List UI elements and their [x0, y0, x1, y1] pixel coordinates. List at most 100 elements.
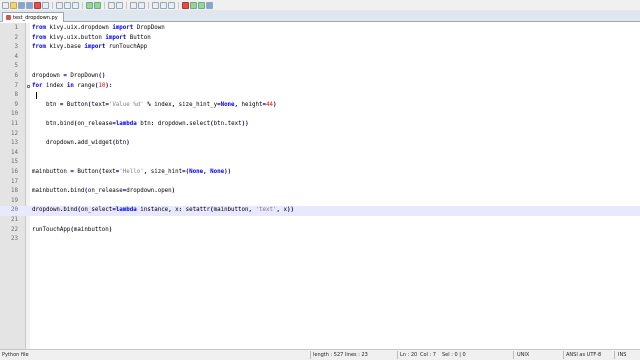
code-line[interactable]: 6 dropdown = DropDown()	[0, 72, 640, 82]
status-file-type: Python file	[2, 352, 29, 358]
text-cursor	[36, 92, 37, 100]
code-line[interactable]: 18 mainbutton.bind(on_release=dropdown.op…	[0, 187, 640, 197]
code-line[interactable]: 3 from kivy.base import runTouchApp	[0, 43, 640, 53]
code-line[interactable]: 20 dropdown.bind(on_select=lambda instanc…	[0, 206, 640, 216]
status-lines: lines : 23	[345, 352, 368, 358]
line-number: 10	[11, 111, 18, 118]
line-number: 13	[11, 140, 18, 147]
code-line[interactable]: 19	[0, 197, 640, 207]
code-line[interactable]: 13 dropdown.add_widget(btn)	[0, 139, 640, 149]
code-line[interactable]: 15	[0, 158, 640, 168]
line-number: 7	[14, 82, 19, 89]
line-number: 20	[11, 207, 18, 214]
code-text: btn.bind(on_release=lambda btn: dropdown…	[32, 121, 249, 127]
toolbar-separator	[126, 1, 127, 9]
wrap-icon[interactable]	[160, 1, 167, 9]
status-divider	[310, 351, 311, 359]
status-divider	[513, 351, 514, 359]
code-text: btn = Button(text='Value %d' % index, si…	[32, 101, 277, 108]
zoom-in-icon[interactable]	[130, 1, 137, 9]
toolbar-separator	[178, 1, 179, 9]
code-line[interactable]: 23	[0, 235, 640, 245]
toolbar-separator	[104, 1, 105, 9]
line-number: 22	[11, 226, 18, 233]
line-number: 6	[14, 73, 19, 79]
code-text: dropdown = DropDown()	[32, 73, 106, 79]
toolbar-separator	[82, 1, 83, 9]
unsaved-file-icon	[6, 15, 11, 20]
save-icon[interactable]	[18, 1, 25, 9]
line-number: 16	[11, 169, 18, 175]
code-line[interactable]: 12	[0, 130, 640, 140]
zoom-out-icon[interactable]	[138, 1, 145, 9]
line-number: 12	[11, 130, 18, 137]
line-number: 5	[14, 63, 19, 70]
code-line[interactable]: 11 btn.bind(on_release=lambda btn: dropd…	[0, 120, 640, 130]
close-icon[interactable]	[34, 1, 41, 9]
new-file-icon[interactable]	[2, 1, 9, 9]
code-editor[interactable]: 1 from kivy.uix.dropdown import DropDown 2…	[0, 23, 640, 349]
macro-play-icon[interactable]	[190, 1, 197, 9]
line-number: 18	[11, 188, 18, 195]
status-col: Col : 7	[420, 352, 436, 358]
replace-icon[interactable]	[116, 1, 123, 9]
macro-record-icon[interactable]	[182, 1, 189, 9]
tab-test-dropdown[interactable]: test_dropdown.py	[2, 12, 64, 22]
line-number: 2	[14, 34, 19, 41]
tab-bar: test_dropdown.py	[0, 10, 640, 22]
code-line[interactable]: 7 for index in range(10):	[0, 82, 640, 92]
toolbar	[0, 0, 640, 10]
code-line[interactable]: 10	[0, 110, 640, 120]
code-line[interactable]: 21	[0, 216, 640, 226]
code-text: runTouchApp(mainbutton)	[32, 226, 113, 233]
code-line[interactable]: 9 btn = Button(text='Value %d' % index, …	[0, 101, 640, 111]
redo-icon[interactable]	[94, 1, 101, 9]
line-number: 9	[14, 101, 19, 108]
status-divider	[614, 351, 615, 359]
status-eol: UNIX	[517, 352, 530, 358]
paste-icon[interactable]	[72, 1, 79, 9]
code-line[interactable]: 1 from kivy.uix.dropdown import DropDown	[0, 24, 640, 34]
cut-icon[interactable]	[56, 1, 63, 9]
code-text: mainbutton = Button(text='Hello', size_h…	[32, 169, 232, 175]
sync-icon[interactable]	[152, 1, 159, 9]
code-line[interactable]: 2 from kivy.uix.button import Button	[0, 34, 640, 44]
find-icon[interactable]	[108, 1, 115, 9]
code-line[interactable]: 5	[0, 62, 640, 72]
line-number: 14	[11, 149, 18, 156]
indent-guide-icon[interactable]	[168, 1, 175, 9]
code-line[interactable]: 22 runTouchApp(mainbutton)	[0, 226, 640, 236]
code-text: dropdown.add_widget(btn)	[32, 140, 130, 147]
copy-icon[interactable]	[64, 1, 71, 9]
toolbar-separator	[52, 1, 53, 9]
line-number: 4	[14, 53, 19, 60]
code-line[interactable]: 4	[0, 53, 640, 63]
code-line[interactable]: 16 mainbutton = Button(text='Hello', size…	[0, 168, 640, 178]
save-all-icon[interactable]	[26, 1, 33, 9]
code-line[interactable]: 17	[0, 178, 640, 188]
code-text: from kivy.uix.button import Button	[32, 34, 151, 41]
line-number: 1	[14, 25, 19, 31]
line-number: 19	[11, 197, 18, 204]
line-number: 3	[14, 44, 19, 51]
new-file-icon[interactable]	[206, 1, 213, 9]
status-bar: Python file length : 527 lines : 23 Ln :…	[0, 349, 640, 360]
code-text: from kivy.base import runTouchApp	[32, 44, 148, 51]
status-divider	[563, 351, 564, 359]
code-line[interactable]: 14	[0, 149, 640, 159]
code-line[interactable]: 8	[0, 91, 640, 101]
line-number: 11	[11, 121, 18, 127]
line-number: 8	[14, 92, 19, 99]
code-text: for index in range(10):	[32, 82, 113, 89]
open-icon[interactable]	[10, 1, 17, 9]
run-icon[interactable]	[198, 1, 205, 9]
status-mode: INS	[618, 352, 627, 358]
status-ln: Ln : 20	[400, 352, 418, 358]
toolbar-separator	[148, 1, 149, 9]
undo-icon[interactable]	[86, 1, 93, 9]
print-icon[interactable]	[42, 1, 49, 9]
status-divider	[397, 351, 398, 359]
fold-toggle-icon[interactable]	[27, 84, 30, 88]
tab-label: test_dropdown.py	[13, 14, 58, 21]
status-encoding: ANSI as UTF-8	[566, 352, 602, 358]
